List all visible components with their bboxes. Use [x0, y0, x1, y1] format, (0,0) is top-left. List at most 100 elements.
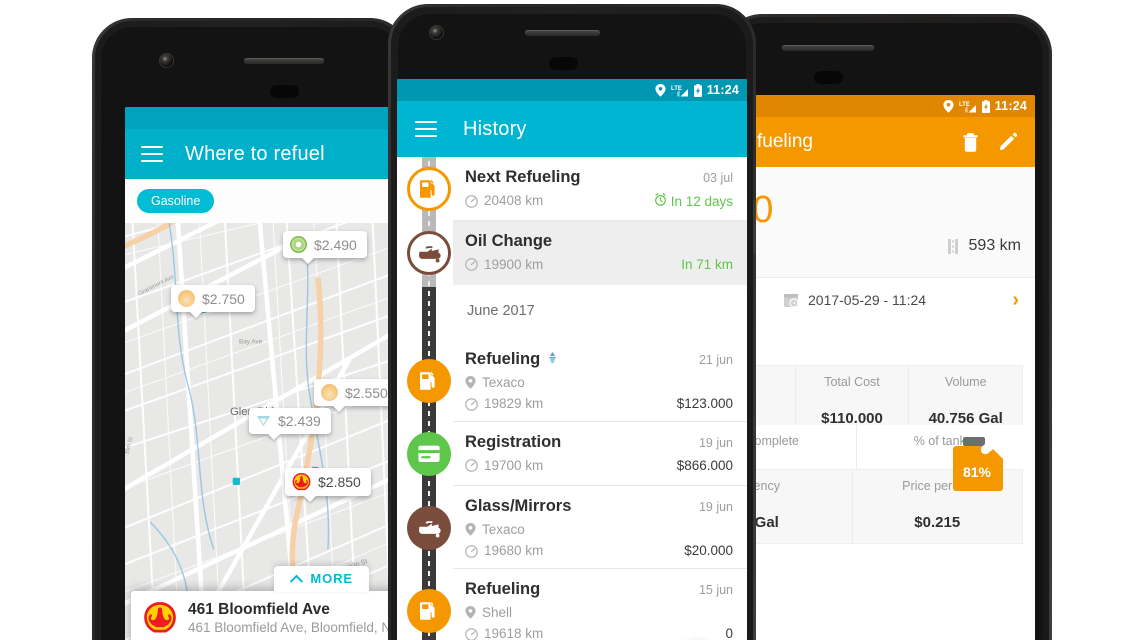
detail-appbar: fueling	[739, 117, 1035, 167]
table-header: Volume	[944, 375, 987, 389]
history-appbar: History	[397, 101, 747, 157]
status-bar: LTE 11:24	[739, 95, 1035, 117]
station-info-card: MORE 461 Bloomfield Ave 461 Bloomfield A…	[131, 565, 393, 640]
svg-text:Bay Ave: Bay Ave	[239, 339, 263, 346]
tank-percent: 81%	[962, 464, 992, 480]
location-pin-icon	[943, 99, 954, 113]
timeline-node-fuel-pump-icon[interactable]	[407, 358, 451, 403]
odometer-icon	[465, 195, 478, 208]
status-bar-time: 11:24	[706, 82, 739, 97]
svg-text:LTE: LTE	[959, 102, 970, 108]
phone-refueling-detail: LTE 11:24 fueling 000 m	[722, 14, 1052, 640]
detail-date-row[interactable]: 2017-05-29 - 11:24 ›	[739, 277, 1035, 323]
screenshot-root: LTE 11:24 fueling 000 m	[0, 0, 1144, 640]
bp-logo-icon	[290, 236, 307, 253]
history-timeline[interactable]: June 2017 Next Refueling 03 jul 20408 km In…	[397, 157, 747, 640]
timeline-node-oil-can-icon[interactable]	[407, 231, 451, 275]
station-name: 461 Bloomfield Ave	[188, 600, 330, 618]
event-odometer: 19680 km	[484, 542, 544, 558]
map-price-marker-selected[interactable]: $2.850	[285, 468, 371, 496]
lte-signal-icon: LTE	[959, 102, 976, 112]
front-camera-icon	[430, 26, 443, 39]
jerrycan-icon: 81%	[951, 437, 1003, 491]
map-price-marker[interactable]: $2.490	[283, 231, 367, 258]
fuel-filter-chip[interactable]: Gasoline	[137, 188, 215, 214]
odometer-icon	[465, 544, 478, 558]
shell-logo-icon	[178, 290, 195, 307]
event-amount: 0	[725, 625, 733, 640]
map-canvas[interactable]: Bay Ave Grammont Ave Glen Ridge Franklin…	[125, 223, 393, 640]
location-pin-icon	[465, 376, 476, 390]
odometer-icon	[465, 397, 478, 411]
event-status: In 12 days	[654, 192, 733, 210]
tank-gauge: 81%	[937, 435, 1017, 491]
event-title: Registration	[465, 433, 562, 451]
map-price-marker[interactable]: $2.550	[314, 379, 393, 406]
hamburger-menu-icon[interactable]	[415, 121, 437, 137]
card-icon	[418, 445, 440, 462]
detail-title: fueling	[757, 131, 813, 152]
map-price-marker[interactable]: $2.750	[171, 285, 255, 312]
station-address: 461 Bloomfield Ave, Bloomfield, NJ 070	[188, 619, 393, 635]
event-date: 21 jun	[698, 353, 733, 367]
detail-date-value: 2017-05-29 - 11:24	[808, 292, 927, 308]
fuel-pump-icon	[420, 371, 435, 390]
timeline-node-card-icon[interactable]	[407, 432, 451, 476]
timeline-node-fuel-pump-icon[interactable]	[407, 167, 451, 211]
event-title: Oil Change	[465, 232, 553, 250]
map-price-value: $2.850	[318, 474, 361, 490]
timeline-node-oil-can-icon[interactable]	[407, 505, 451, 550]
status-bar	[125, 107, 393, 129]
event-odometer: 19900 km	[484, 256, 544, 272]
event-title: Refueling	[465, 350, 541, 368]
hamburger-menu-icon[interactable]	[141, 146, 163, 162]
odometer-icon	[465, 258, 478, 272]
table-header: Total Cost	[824, 375, 880, 389]
map-price-marker[interactable]: $2.439	[249, 408, 331, 434]
oil-can-icon	[419, 520, 441, 537]
battery-icon	[981, 99, 990, 113]
battery-icon	[693, 83, 702, 97]
odometer-icon	[465, 459, 478, 473]
timeline-node-fuel-pump-icon[interactable]	[407, 588, 451, 633]
lte-signal-icon: LTE	[671, 86, 688, 96]
event-place: Texaco	[482, 374, 525, 390]
event-place: Texaco	[482, 521, 525, 537]
map-price-value: $2.750	[202, 290, 245, 307]
map-price-value: $2.550	[345, 384, 388, 401]
event-date: 15 jun	[698, 583, 733, 597]
timeline-event[interactable]: Registration 19 jun 19700 km $866.000	[453, 422, 747, 486]
location-pin-icon	[465, 606, 476, 620]
trash-icon[interactable]	[962, 132, 979, 152]
map-price-value: $2.490	[314, 236, 357, 253]
timeline-event[interactable]: Next Refueling 03 jul 20408 km In 12 days	[453, 157, 747, 221]
map-appbar: Where to refuel	[125, 129, 393, 179]
pencil-icon[interactable]	[999, 132, 1017, 152]
location-pin-icon	[465, 523, 476, 537]
detail-hero: 000 m 593 km	[739, 167, 1035, 277]
timeline-event[interactable]: Refueling 21 jun Texaco 19829 km $123.000	[453, 339, 747, 422]
shell-logo-icon	[292, 473, 311, 491]
event-date: 03 jul	[703, 171, 733, 185]
event-date: 19 jun	[698, 500, 733, 514]
timeline-event[interactable]: Oil Change 19900 km In 71 km	[453, 221, 747, 285]
odometer-icon	[465, 627, 478, 640]
timeline-event[interactable]: Glass/Mirrors 19 jun Texaco 19680 km $20.000	[453, 486, 747, 569]
phone-history: LTE 11:24 History June 2017 Next Refuelin…	[388, 4, 756, 640]
event-title: Glass/Mirrors	[465, 497, 572, 515]
timeline-month-header: June 2017	[467, 303, 535, 319]
event-place: Shell	[482, 604, 513, 620]
table-value: $0.215	[914, 513, 961, 531]
valero-logo-icon	[257, 416, 270, 426]
event-amount: $20.000	[684, 542, 733, 558]
more-button[interactable]: MORE	[274, 565, 369, 592]
location-pin-icon	[655, 83, 666, 97]
detail-distance: 593 km	[945, 237, 1021, 255]
shell-logo-icon	[321, 384, 338, 401]
detail-distance-value: 593 km	[968, 237, 1021, 254]
event-amount: $866.000	[676, 457, 733, 473]
chevron-up-icon	[290, 574, 304, 583]
map-filter-bar: Gasoline	[125, 179, 393, 223]
chevron-right-icon[interactable]: ›	[1012, 290, 1019, 310]
timeline-event[interactable]: Refueling 15 jun Shell 19618 km 0	[453, 569, 747, 640]
